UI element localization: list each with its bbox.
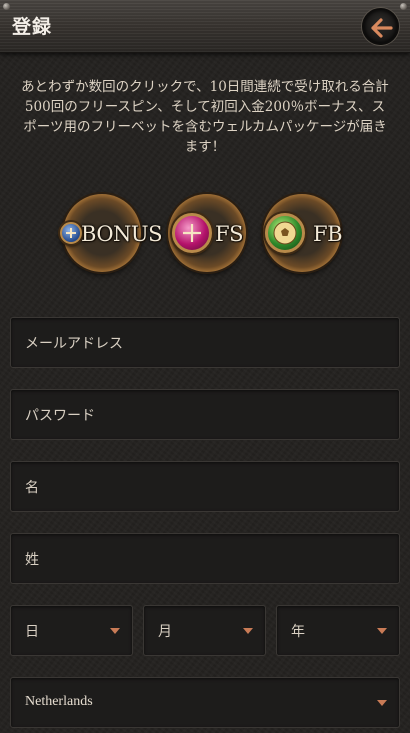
badge-label: BONUS <box>81 222 163 246</box>
password-placeholder: パスワード <box>25 408 95 424</box>
badge-label: FS <box>215 222 243 246</box>
header-bar: 登録 <box>0 0 410 53</box>
email-field[interactable]: メールアドレス <box>10 317 400 368</box>
arrow-left-icon <box>371 18 393 38</box>
rivet-icon <box>3 3 10 10</box>
page-title: 登録 <box>12 16 53 38</box>
birth-year-select[interactable]: 年 <box>276 605 400 656</box>
first-name-placeholder: 名 <box>25 480 39 496</box>
password-field[interactable]: パスワード <box>10 389 400 440</box>
country-select[interactable]: Netherlands <box>10 677 400 728</box>
month-label: 月 <box>158 624 172 640</box>
email-placeholder: メールアドレス <box>25 336 123 352</box>
free-spins-badge: FS <box>160 186 255 281</box>
birth-day-select[interactable]: 日 <box>10 605 133 656</box>
bonus-badge: BONUS <box>55 186 163 281</box>
day-label: 日 <box>25 624 39 640</box>
welcome-badges: BONUS FS FB <box>55 186 355 286</box>
chevron-down-icon <box>243 628 253 634</box>
back-button[interactable] <box>362 8 399 45</box>
welcome-promo-text: あとわずか数回のクリックで、10日間連続で受け取れる合計500回のフリースピン、… <box>21 79 389 155</box>
chevron-down-icon <box>377 628 387 634</box>
chevron-down-icon <box>110 628 120 634</box>
last-name-placeholder: 姓 <box>25 552 39 568</box>
soccer-ball-icon <box>265 213 305 253</box>
birth-month-select[interactable]: 月 <box>143 605 266 656</box>
rivet-icon <box>400 3 407 10</box>
last-name-field[interactable]: 姓 <box>10 533 400 584</box>
year-label: 年 <box>291 624 305 640</box>
country-value: Netherlands <box>25 694 93 709</box>
plus-gem-icon <box>172 213 212 253</box>
plus-gem-icon <box>60 222 82 244</box>
free-bet-badge: FB <box>255 186 350 281</box>
first-name-field[interactable]: 名 <box>10 461 400 512</box>
badge-label: FB <box>313 222 343 246</box>
chevron-down-icon <box>377 700 387 706</box>
